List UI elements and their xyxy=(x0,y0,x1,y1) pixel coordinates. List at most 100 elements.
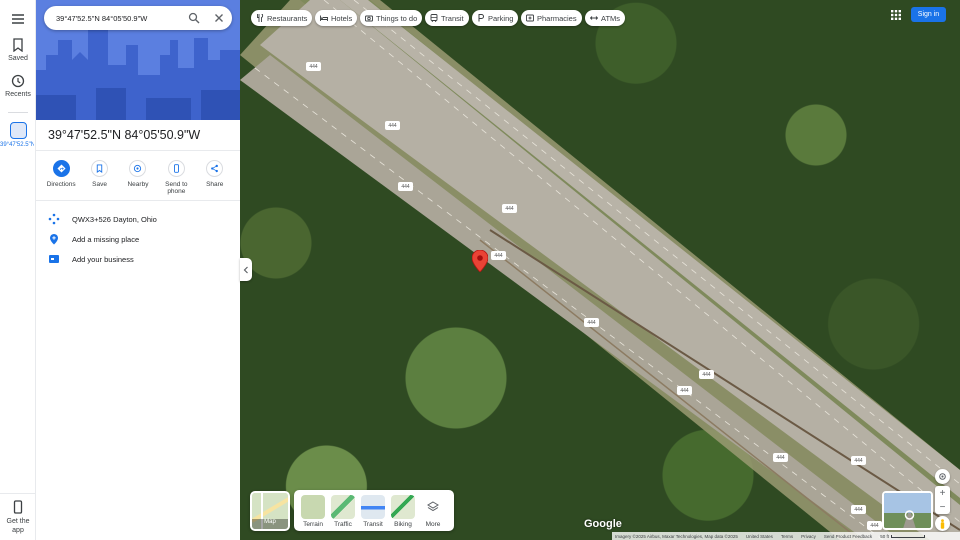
map-footer: Imagery ©2025 Airbus, Maxar Technologies… xyxy=(612,532,960,540)
search-icon[interactable] xyxy=(188,12,200,24)
chip-atms[interactable]: ATMs xyxy=(585,10,626,26)
chip-restaurants[interactable]: Restaurants xyxy=(251,10,313,26)
search-box[interactable] xyxy=(44,6,232,30)
layer-terrain[interactable]: Terrain xyxy=(298,495,328,531)
highway-label: 444 xyxy=(398,182,413,191)
layer-map-label: Map xyxy=(264,519,276,525)
chip-hotels[interactable]: Hotels xyxy=(315,10,358,26)
layer-label: Biking xyxy=(394,521,412,528)
layer-map-button[interactable]: Map xyxy=(250,491,290,531)
nearby-label: Nearby xyxy=(127,181,149,188)
scale-label[interactable]: 50 ft xyxy=(880,534,889,539)
restaurant-icon xyxy=(257,14,264,22)
chip-parking[interactable]: Parking xyxy=(472,10,519,26)
rail-divider xyxy=(8,112,28,113)
recents-button[interactable]: Recents xyxy=(0,74,36,98)
saved-label: Saved xyxy=(8,55,28,62)
zoom-in-button[interactable]: + xyxy=(935,486,950,500)
add-location-icon xyxy=(50,234,58,245)
sign-in-button[interactable]: Sign in xyxy=(911,7,946,22)
highway-label: 444 xyxy=(491,251,506,260)
add-missing-place-row[interactable]: Add a missing place xyxy=(48,229,236,249)
layer-label: Traffic xyxy=(334,521,352,528)
send-to-phone-label: Send to phone xyxy=(165,181,188,195)
layer-biking[interactable]: Biking xyxy=(388,495,418,531)
recent-place-item[interactable]: 39°47'52.5"N xyxy=(0,122,36,149)
layer-label: Terrain xyxy=(303,521,323,528)
chip-transit[interactable]: Transit xyxy=(425,10,469,26)
nearby-icon xyxy=(134,164,142,173)
street-view-thumbnail[interactable] xyxy=(882,491,933,530)
send-to-phone-button[interactable]: Send to phone xyxy=(158,160,194,195)
recent-place-label: 39°47'52.5"N xyxy=(0,142,34,148)
highway-label: 444 xyxy=(773,453,788,462)
chip-label: Restaurants xyxy=(267,13,308,23)
highway-label: 444 xyxy=(584,318,599,327)
chip-pharmacies[interactable]: Pharmacies xyxy=(521,10,582,26)
location-pin-icon[interactable] xyxy=(472,250,488,272)
phone-icon xyxy=(13,500,23,514)
chip-things-to-do[interactable]: Things to do xyxy=(360,10,423,26)
highway-label: 444 xyxy=(385,121,400,130)
chip-label: Hotels xyxy=(331,13,353,23)
divider xyxy=(36,150,240,151)
rail-divider xyxy=(0,493,36,494)
place-panel: 39°47'52.5"N 84°05'50.9"W Directions Sav… xyxy=(36,0,240,540)
chip-label: Things to do xyxy=(376,13,418,23)
directions-button[interactable]: Directions xyxy=(43,160,79,195)
my-location-button[interactable] xyxy=(935,469,950,484)
atm-icon xyxy=(590,16,598,20)
layer-traffic[interactable]: Traffic xyxy=(328,495,358,531)
highway-label: 444 xyxy=(851,456,866,465)
chip-label: Pharmacies xyxy=(537,13,577,23)
save-button[interactable]: Save xyxy=(82,160,118,195)
terms-link[interactable]: Terms xyxy=(781,534,793,539)
add-missing-place-text: Add a missing place xyxy=(72,234,140,244)
privacy-link[interactable]: Privacy xyxy=(801,534,816,539)
collapse-panel-button[interactable] xyxy=(240,258,252,281)
save-label: Save xyxy=(92,181,107,188)
chip-label: ATMs xyxy=(601,13,621,23)
layer-more[interactable]: More xyxy=(418,495,448,531)
action-bar: Directions Save Nearby Send to phone Sha… xyxy=(36,160,240,195)
highway-label: 444 xyxy=(677,386,692,395)
traffic-icon xyxy=(331,495,355,519)
street-view-preview xyxy=(884,493,931,528)
close-icon[interactable] xyxy=(213,12,225,24)
terrain-icon xyxy=(301,495,325,519)
imagery-attribution: Imagery ©2025 Airbus, Maxar Technologies… xyxy=(615,533,738,539)
divider xyxy=(36,200,240,201)
chevron-left-icon xyxy=(243,266,248,273)
feedback-link[interactable]: Send Product Feedback xyxy=(824,534,872,539)
place-title: 39°47'52.5"N 84°05'50.9"W xyxy=(48,128,201,142)
zoom-out-button[interactable]: − xyxy=(935,500,950,514)
share-label: Share xyxy=(206,181,224,188)
highway-label: 444 xyxy=(867,521,882,530)
biking-icon xyxy=(391,495,415,519)
country-link[interactable]: United States xyxy=(746,534,773,539)
saved-button[interactable]: Saved xyxy=(0,38,36,62)
menu-icon xyxy=(12,14,24,24)
highway-label: 444 xyxy=(502,204,517,213)
menu-button[interactable] xyxy=(0,12,36,29)
directions-icon xyxy=(57,164,66,173)
highway-label: 444 xyxy=(851,505,866,514)
layer-transit[interactable]: Transit xyxy=(358,495,388,531)
place-thumbnail xyxy=(9,122,27,139)
search-input[interactable] xyxy=(56,13,176,23)
share-icon xyxy=(211,164,219,173)
recents-label: Recents xyxy=(5,91,31,98)
add-business-row[interactable]: Add your business xyxy=(48,249,236,269)
left-rail: Saved Recents 39°47'52.5"N Get the app xyxy=(0,0,36,540)
camera-icon xyxy=(365,15,373,22)
phone-icon xyxy=(173,164,179,173)
pegman-button[interactable] xyxy=(935,516,950,531)
apps-grid-icon[interactable] xyxy=(891,10,901,20)
layer-label: Transit xyxy=(363,521,383,528)
business-icon xyxy=(49,255,59,263)
zoom-controls: + − xyxy=(935,486,950,514)
plus-code-row[interactable]: QWX3+526 Dayton, Ohio xyxy=(48,209,236,229)
share-button[interactable]: Share xyxy=(197,160,233,195)
nearby-button[interactable]: Nearby xyxy=(120,160,156,195)
get-app-button[interactable]: Get the app xyxy=(0,500,36,535)
